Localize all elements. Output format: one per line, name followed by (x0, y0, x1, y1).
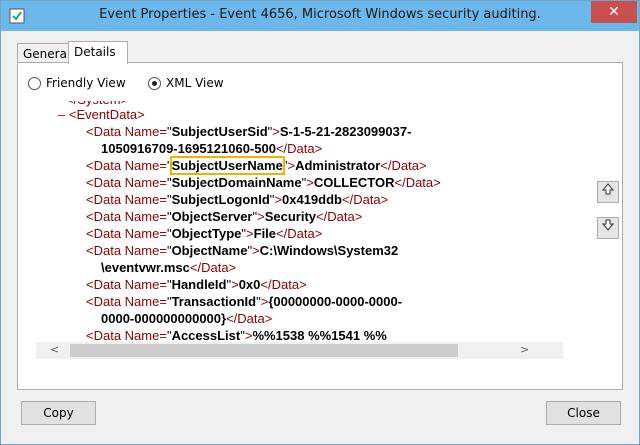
scroll-left-icon[interactable]: < (50, 344, 59, 356)
data-line-subject-user-sid-cont: 1050916709-1695121060-500</Data> (101, 141, 323, 156)
scroll-right-icon[interactable]: > (520, 344, 529, 356)
data-line-subject-user-sid: <Data Name="SubjectUserSid">S-1-5-21-282… (86, 124, 412, 139)
close-button[interactable]: Close (546, 401, 621, 425)
event-data-tag: EventData (76, 107, 138, 122)
details-panel: Friendly View XML View </System> – <Even… (17, 62, 623, 390)
title-bar[interactable]: Event Properties - Event 4656, Microsoft… (1, 1, 639, 31)
close-window-button[interactable]: ✕ (591, 1, 637, 23)
arrow-up-icon (601, 183, 615, 195)
data-line-handle-id: <Data Name="HandleId">0x0</Data> (86, 277, 307, 292)
horizontal-scroll-thumb[interactable] (70, 344, 458, 357)
highlighted-attribute: SubjectUserName (169, 156, 285, 175)
previous-event-button[interactable] (597, 181, 619, 203)
data-line-subject-domain-name: <Data Name="SubjectDomainName">COLLECTOR… (86, 175, 441, 190)
data-line-transaction-id-cont: 0000-000000000000}</Data> (101, 311, 273, 326)
friendly-view-label[interactable]: Friendly View (46, 76, 126, 90)
copy-button[interactable]: Copy (21, 401, 96, 425)
event-properties-window: Event Properties - Event 4656, Microsoft… (0, 0, 640, 445)
data-line-subject-user-name: <Data Name="SubjectUserName">Administrat… (86, 156, 427, 175)
xml-view-label[interactable]: XML View (166, 76, 224, 90)
collapse-toggle[interactable]: – (58, 107, 65, 122)
xml-view-content[interactable]: </System> – <EventData> <Data Name="Subj… (36, 101, 563, 342)
next-event-button[interactable] (597, 217, 619, 239)
data-line-object-name-cont: \eventvwr.msc</Data> (101, 260, 237, 275)
data-line-object-type: <Data Name="ObjectType">File</Data> (86, 226, 323, 241)
xml-view-radio[interactable] (148, 77, 161, 90)
friendly-view-radio[interactable] (28, 77, 41, 90)
arrow-down-icon (601, 219, 615, 231)
data-line-subject-logon-id: <Data Name="SubjectLogonId">0x419ddb</Da… (86, 192, 389, 207)
data-line-transaction-id: <Data Name="TransactionId">{00000000-000… (86, 294, 403, 309)
tab-general[interactable]: General (17, 43, 71, 64)
event-data-node[interactable]: – <EventData> (58, 107, 145, 122)
data-line-access-list: <Data Name="AccessList">%%1538 %%1541 %% (86, 328, 387, 342)
tab-details[interactable]: Details (68, 41, 128, 64)
data-line-object-name: <Data Name="ObjectName">C:\Windows\Syste… (86, 243, 399, 258)
horizontal-scrollbar[interactable]: < > (36, 342, 563, 359)
data-line-object-server: <Data Name="ObjectServer">Security</Data… (86, 209, 363, 224)
window-title: Event Properties - Event 4656, Microsoft… (99, 7, 541, 22)
